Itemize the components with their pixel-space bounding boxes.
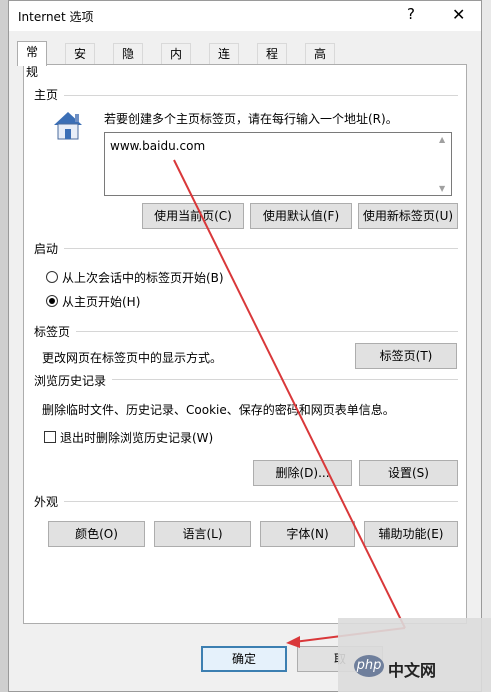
fonts-button[interactable]: 字体(N) [260, 521, 355, 547]
use-new-tab-button[interactable]: 使用新标签页(U) [358, 203, 458, 229]
radio-home-page-label: 从主页开始(H) [62, 295, 141, 309]
delete-history-button[interactable]: 删除(D)... [253, 460, 352, 486]
startup-group-title: 启动 [34, 240, 65, 257]
radio-last-session[interactable] [46, 271, 58, 283]
use-current-button[interactable]: 使用当前页(C) [142, 203, 244, 229]
tabs-description: 更改网页在标签页中的显示方式。 [42, 351, 223, 365]
watermark-text: 中文网 [388, 661, 437, 680]
use-default-button[interactable]: 使用默认值(F) [250, 203, 352, 229]
home-divider [34, 95, 458, 96]
history-settings-button[interactable]: 设置(S) [359, 460, 458, 486]
languages-button[interactable]: 语言(L) [154, 521, 251, 547]
colors-button[interactable]: 颜色(O) [48, 521, 145, 547]
ok-button[interactable]: 确定 [201, 646, 287, 672]
window-title: Internet 选项 [18, 10, 94, 24]
internet-options-dialog: Internet 选项 ? ✕ 常规 安全 隐私 内容 连接 程序 高级 主页 … [8, 0, 482, 692]
radio-last-session-label: 从上次会话中的标签页开始(B) [62, 271, 224, 285]
help-button[interactable]: ? [407, 5, 415, 23]
tabs-settings-button[interactable]: 标签页(T) [355, 343, 457, 369]
title-bar: Internet 选项 ? ✕ [9, 1, 481, 31]
appearance-group-title: 外观 [34, 493, 65, 510]
tab-connections[interactable]: 连接 [209, 43, 240, 81]
scroll-down-icon[interactable]: ▼ [439, 184, 445, 193]
tab-privacy[interactable]: 隐私 [113, 43, 144, 81]
home-description: 若要创建多个主页标签页，请在每行输入一个地址(R)。 [104, 112, 398, 126]
watermark-logo: php [354, 655, 384, 677]
scroll-up-icon[interactable]: ▲ [439, 135, 445, 144]
tabs-divider [34, 331, 458, 332]
tab-programs[interactable]: 程序 [257, 43, 288, 81]
radio-home-page[interactable] [46, 295, 58, 307]
delete-on-exit-label: 退出时删除浏览历史记录(W) [60, 431, 214, 445]
general-panel: 主页 若要创建多个主页标签页，请在每行输入一个地址(R)。 www.baidu.… [23, 64, 467, 624]
close-button[interactable]: ✕ [452, 5, 465, 24]
tab-security[interactable]: 安全 [65, 43, 96, 81]
home-group-title: 主页 [34, 86, 65, 103]
url-scrollbar[interactable]: ▲ ▼ [436, 133, 451, 195]
tab-general[interactable]: 常规 [17, 41, 48, 79]
history-group-title: 浏览历史记录 [34, 372, 113, 389]
accessibility-button[interactable]: 辅助功能(E) [364, 521, 458, 547]
house-icon [54, 112, 82, 140]
history-description: 删除临时文件、历史记录、Cookie、保存的密码和网页表单信息。 [42, 403, 395, 417]
home-url-textarea[interactable]: www.baidu.com ▲ ▼ [104, 132, 452, 196]
tab-content[interactable]: 内容 [161, 43, 192, 81]
appearance-divider [34, 501, 458, 502]
tabs-group-title: 标签页 [34, 323, 77, 340]
delete-on-exit-checkbox[interactable] [44, 431, 56, 443]
home-url-value: www.baidu.com [110, 139, 206, 153]
startup-divider [34, 248, 458, 249]
tab-advanced[interactable]: 高级 [305, 43, 336, 81]
